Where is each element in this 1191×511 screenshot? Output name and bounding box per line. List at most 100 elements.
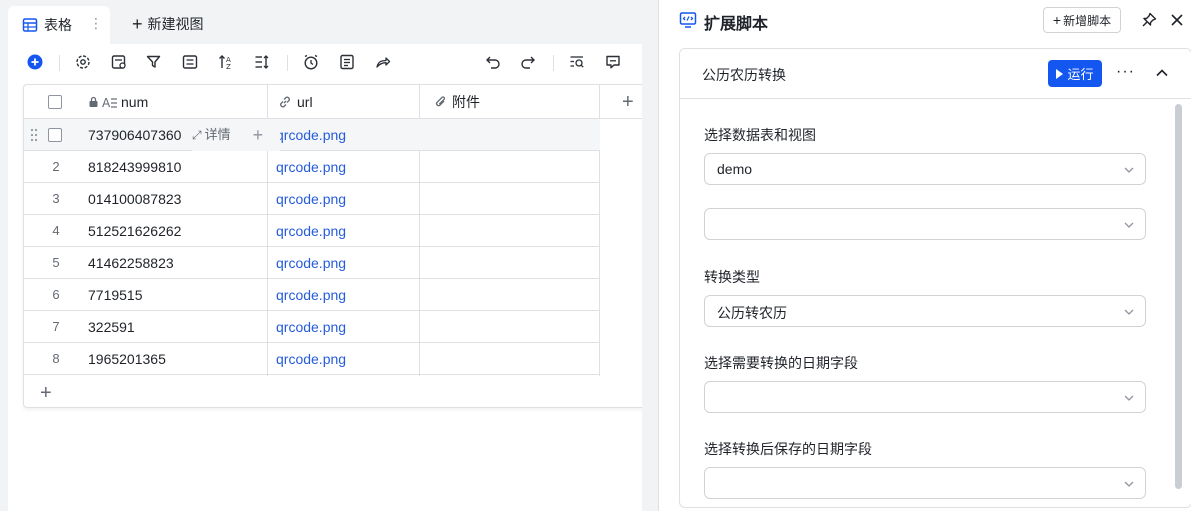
cell-url-link[interactable]: qrcode.png: [276, 215, 346, 247]
column-header-attachment[interactable]: 附件: [434, 85, 480, 119]
row-number: 5: [52, 255, 60, 270]
pin-icon[interactable]: [1140, 11, 1158, 29]
table-row[interactable]: 6 7719515 qrcode.png: [24, 279, 600, 311]
cell-url-link[interactable]: qrcode.png: [276, 183, 346, 215]
table-row[interactable]: 4 512521626262 qrcode.png: [24, 215, 600, 247]
add-record-icon[interactable]: [26, 53, 44, 71]
expand-icon: ⤢: [192, 128, 202, 142]
row-number: 2: [52, 159, 60, 174]
cell-num[interactable]: 41462258823: [88, 247, 264, 279]
more-icon[interactable]: ···: [1116, 63, 1135, 81]
column-header-num[interactable]: A num: [88, 85, 148, 119]
table-row[interactable]: 8 1965201365 qrcode.png: [24, 343, 600, 375]
column-header-url[interactable]: url: [278, 85, 313, 119]
table-select-value: demo: [717, 161, 753, 177]
share-icon[interactable]: [374, 53, 392, 71]
column-label-url: url: [297, 94, 313, 110]
close-icon[interactable]: [1168, 11, 1186, 29]
panel-divider[interactable]: [642, 0, 658, 511]
cell-url-link[interactable]: qrcode.png: [276, 151, 346, 183]
new-view-label: 新建视图: [147, 16, 204, 32]
cell-num[interactable]: 818243999810: [88, 151, 264, 183]
cell-url-link[interactable]: qrcode.png: [276, 119, 346, 151]
add-script-label: 新增脚本: [1063, 13, 1112, 28]
convert-type-select[interactable]: 公历转农历: [704, 295, 1146, 327]
cell-num[interactable]: 7719515: [88, 279, 264, 311]
plus-icon[interactable]: +: [253, 119, 264, 151]
convert-type-label: 转换类型: [704, 269, 760, 285]
search-icon[interactable]: [568, 53, 586, 71]
detail-label: 详情: [204, 127, 231, 142]
redo-icon[interactable]: [519, 53, 537, 71]
source-date-select[interactable]: [704, 381, 1146, 413]
cell-num[interactable]: 1965201365: [88, 343, 264, 375]
settings-icon[interactable]: [74, 53, 92, 71]
row-checkbox[interactable]: [48, 128, 62, 142]
plus-icon: +: [132, 14, 143, 34]
sort-icon[interactable]: A Z: [217, 53, 235, 71]
svg-text:A: A: [102, 96, 111, 109]
checkbox[interactable]: [48, 128, 62, 142]
row-number: 6: [52, 287, 60, 302]
table-row[interactable]: 5 41462258823 qrcode.png: [24, 247, 600, 279]
add-row-icon[interactable]: +: [40, 383, 52, 403]
lock-icon: [89, 96, 98, 107]
row-detail-button[interactable]: ⤢ 详情 +: [192, 119, 280, 151]
form-icon[interactable]: [338, 53, 356, 71]
run-button[interactable]: 运行: [1048, 60, 1102, 87]
attachment-icon: [435, 96, 446, 107]
group-icon[interactable]: [181, 53, 199, 71]
table-view-label: 选择数据表和视图: [704, 127, 816, 143]
new-view-button[interactable]: + 新建视图: [132, 14, 204, 34]
tab-table-view[interactable]: 表格 ⋮: [8, 6, 110, 44]
cell-url-link[interactable]: qrcode.png: [276, 247, 346, 279]
chevron-down-icon: [1124, 167, 1134, 173]
cell-num[interactable]: 322591: [88, 311, 264, 343]
chevron-down-icon: [1124, 309, 1134, 315]
panel-header: 扩展脚本 + 新增脚本: [659, 0, 1191, 40]
table-row[interactable]: 737906407360 qrcode.png ⤢ 详情 +: [24, 119, 600, 151]
row-number: 8: [52, 351, 60, 366]
cell-url-link[interactable]: qrcode.png: [276, 311, 346, 343]
tab-label: 表格: [44, 17, 72, 33]
table-row[interactable]: 7 322591 qrcode.png: [24, 311, 600, 343]
table-row[interactable]: 2 818243999810 qrcode.png: [24, 151, 600, 183]
field-config-icon[interactable]: [110, 53, 128, 71]
panel-title: 扩展脚本: [704, 16, 769, 33]
script-card-header: 公历农历转换 运行 ···: [680, 49, 1191, 99]
select-all-checkbox[interactable]: [48, 85, 62, 119]
chevron-down-icon: [1124, 222, 1134, 228]
table-view-container: 表格 ⋮ + 新建视图 A Z A num url 附件 + 737906407…: [8, 0, 644, 511]
toolbar-divider: [553, 55, 554, 71]
view-bar: 表格 ⋮ + 新建视图: [8, 0, 642, 44]
cell-url-link[interactable]: qrcode.png: [276, 343, 346, 375]
drag-handle-icon[interactable]: [30, 128, 38, 142]
filter-icon[interactable]: [145, 53, 163, 71]
add-script-button[interactable]: + 新增脚本: [1043, 7, 1121, 33]
comment-icon[interactable]: [604, 53, 622, 71]
run-label: 运行: [1067, 67, 1094, 82]
table-row[interactable]: 3 014100087823 qrcode.png: [24, 183, 600, 215]
row-height-icon[interactable]: [253, 53, 271, 71]
target-date-select[interactable]: [704, 467, 1146, 499]
tab-more-icon[interactable]: ⋮: [89, 15, 103, 32]
cell-url-link[interactable]: qrcode.png: [276, 279, 346, 311]
script-title: 公历农历转换: [702, 67, 786, 83]
add-column-icon[interactable]: +: [622, 85, 634, 119]
checkbox[interactable]: [48, 95, 62, 109]
link-icon: [280, 96, 290, 108]
chevron-up-icon[interactable]: [1154, 65, 1170, 81]
row-number: 3: [52, 191, 60, 206]
chevron-down-icon: [1124, 481, 1134, 487]
row-number: 7: [52, 319, 60, 334]
cell-num[interactable]: 014100087823: [88, 183, 264, 215]
cell-num[interactable]: 512521626262: [88, 215, 264, 247]
view-select[interactable]: [704, 208, 1146, 240]
play-icon: [1056, 68, 1064, 79]
undo-icon[interactable]: [484, 53, 502, 71]
scrollbar[interactable]: [1175, 104, 1182, 489]
data-grid: A num url 附件 + 737906407360 qrcode.png ⤢…: [23, 84, 644, 408]
table-select[interactable]: demo: [704, 153, 1146, 185]
toolbar-divider: [287, 55, 288, 71]
alarm-icon[interactable]: [302, 53, 320, 71]
